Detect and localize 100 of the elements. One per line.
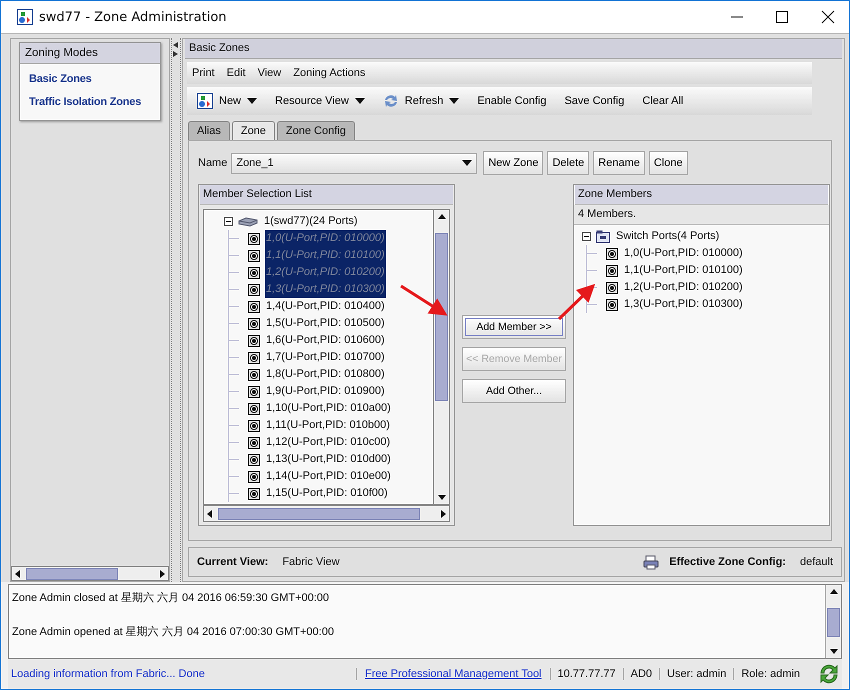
minimize-icon xyxy=(731,16,743,18)
port-icon xyxy=(248,470,260,482)
status-field: AD0 xyxy=(622,668,660,680)
scroll-thumb[interactable] xyxy=(26,568,118,580)
tree-item[interactable]: 1(swd77)(24 Ports) xyxy=(263,213,359,230)
toolbar-button[interactable]: Save Config xyxy=(560,93,628,109)
log-line: Zone Admin opened at 星期六 六月 04 2016 07:00:30 GMT+00:00 xyxy=(12,624,335,640)
window-title: swd77 - Zone Administration xyxy=(39,10,227,24)
port-icon xyxy=(248,420,260,432)
port-icon xyxy=(248,386,260,398)
tree-item[interactable]: 1,15(U-Port,PID: 010f00) xyxy=(265,485,389,502)
scrollbar[interactable] xyxy=(825,585,841,658)
tree-item[interactable]: 1,10(U-Port,PID: 010a00) xyxy=(265,400,392,417)
caret-icon xyxy=(462,160,472,166)
toolbar-button[interactable]: Clear All xyxy=(638,93,688,109)
sidebar-item[interactable]: Basic Zones xyxy=(24,68,156,91)
refresh-icon[interactable] xyxy=(818,663,840,685)
maximize-icon xyxy=(775,10,789,24)
sidebar-item[interactable]: Traffic Isolation Zones xyxy=(24,91,156,114)
tree-item[interactable]: 1,0(U-Port,PID: 010000) xyxy=(265,230,386,247)
name-dropdown[interactable]: Zone_1 xyxy=(231,152,478,174)
collapse-icon[interactable] xyxy=(224,217,233,226)
menu-item[interactable]: Print xyxy=(192,67,215,79)
tree-item[interactable]: 1,7(U-Port,PID: 010700) xyxy=(265,349,386,366)
field-label: Name xyxy=(198,157,228,169)
panel-title: Member Selection List xyxy=(200,185,453,205)
printer-icon xyxy=(643,554,660,570)
tree-item[interactable]: 1,3(U-Port,PID: 010300) xyxy=(623,296,744,313)
tree-item[interactable]: 1,11(U-Port,PID: 010b00) xyxy=(265,417,391,434)
menu-item[interactable]: Zoning Actions xyxy=(293,67,366,79)
scroll-left-icon xyxy=(206,510,214,518)
log-line: Zone Admin closed at 星期六 六月 04 2016 06:59:30 GMT+00:00 xyxy=(12,590,330,606)
zone-button[interactable]: New Zone xyxy=(483,151,544,175)
tree-item[interactable]: 1,1(U-Port,PID: 010100) xyxy=(265,247,386,264)
port-icon xyxy=(606,282,618,294)
tree-item[interactable]: 1,5(U-Port,PID: 010500) xyxy=(265,315,386,332)
scroll-left-icon xyxy=(14,570,22,578)
toolbar-button[interactable]: Enable Config xyxy=(473,93,550,109)
tree-item[interactable]: 1,12(U-Port,PID: 010c00) xyxy=(265,434,392,451)
tree-item[interactable]: 1,2(U-Port,PID: 010200) xyxy=(623,279,744,296)
panel-title: Basic Zones xyxy=(185,39,842,59)
toolbar-button[interactable]: New xyxy=(193,91,262,111)
scrollbar[interactable] xyxy=(11,566,169,581)
link[interactable]: Free Professional Management Tool xyxy=(356,668,550,680)
port-icon xyxy=(248,250,260,262)
port-icon xyxy=(248,436,260,448)
scrollbar[interactable] xyxy=(203,505,450,522)
status-field: Role: admin xyxy=(733,668,808,680)
new-icon xyxy=(197,93,213,109)
field-label: Effective Zone Config: xyxy=(669,556,786,568)
scroll-up-icon xyxy=(830,588,838,596)
tree-item[interactable]: 1,13(U-Port,PID: 010d00) xyxy=(265,451,392,468)
tree-item[interactable]: 1,0(U-Port,PID: 010000) xyxy=(623,245,744,262)
tab[interactable]: Zone Config xyxy=(276,121,355,140)
tree-item[interactable]: 1,4(U-Port,PID: 010400) xyxy=(265,298,386,315)
menu-item[interactable]: Edit xyxy=(226,67,246,79)
port-icon xyxy=(606,264,618,276)
close-icon xyxy=(821,10,835,24)
tree-item[interactable]: 1,8(U-Port,PID: 010800) xyxy=(265,366,386,383)
tab[interactable]: Alias xyxy=(188,121,230,140)
scroll-thumb[interactable] xyxy=(218,508,420,520)
member-button[interactable]: Add Other... xyxy=(462,379,566,403)
scrollbar[interactable] xyxy=(433,210,449,504)
port-icon xyxy=(248,318,260,330)
menu-item[interactable]: View xyxy=(258,67,282,79)
zone-button[interactable]: Delete xyxy=(547,151,590,175)
member-button: << Remove Member xyxy=(462,347,566,371)
toolbar-button[interactable]: Refresh xyxy=(378,91,464,111)
port-icon xyxy=(248,352,260,364)
port-icon xyxy=(248,334,260,346)
port-icon xyxy=(248,454,260,466)
tree-item[interactable]: 1,1(U-Port,PID: 010100) xyxy=(623,262,744,279)
tab[interactable]: Zone xyxy=(232,121,275,140)
scroll-thumb[interactable] xyxy=(827,608,840,638)
field-value: default xyxy=(800,556,833,568)
toolbar-button[interactable]: Resource View xyxy=(271,93,369,109)
status-message: Loading information from Fabric... Done xyxy=(10,668,206,680)
tree-item[interactable]: 1,6(U-Port,PID: 010600) xyxy=(265,332,386,349)
field-label: Current View: xyxy=(197,556,268,568)
port-icon xyxy=(248,232,260,244)
zone-button[interactable]: Rename xyxy=(593,151,645,175)
port-icon xyxy=(606,298,618,310)
member-button[interactable]: Add Member >> xyxy=(462,315,566,339)
splitter-arrows-icon xyxy=(173,42,179,58)
scroll-thumb[interactable] xyxy=(435,233,448,402)
tree-item[interactable]: 1,2(U-Port,PID: 010200) xyxy=(265,264,386,281)
collapse-icon[interactable] xyxy=(582,232,591,241)
tree-item[interactable]: 1,3(U-Port,PID: 010300) xyxy=(265,281,386,298)
scroll-up-icon xyxy=(438,213,446,221)
folder-icon xyxy=(596,230,610,243)
tree-item[interactable]: 1,9(U-Port,PID: 010900) xyxy=(265,383,386,400)
zone-button[interactable]: Clone xyxy=(648,151,688,175)
status-field: User: admin xyxy=(659,668,734,680)
field-value: Fabric View xyxy=(282,556,340,568)
scroll-right-icon xyxy=(439,510,447,518)
port-icon xyxy=(248,368,260,380)
tree-item[interactable]: 1,14(U-Port,PID: 010e00) xyxy=(265,468,392,485)
tree-item[interactable]: Switch Ports(4 Ports) xyxy=(615,228,720,245)
panel-title: Zoning Modes xyxy=(20,43,160,64)
port-icon xyxy=(248,300,260,312)
